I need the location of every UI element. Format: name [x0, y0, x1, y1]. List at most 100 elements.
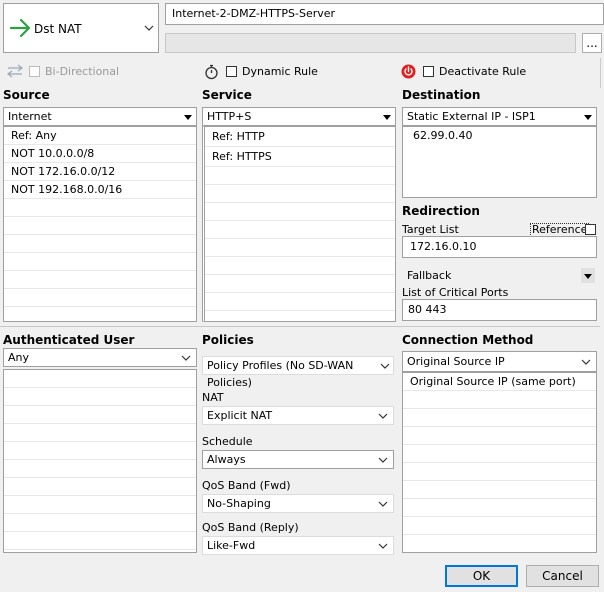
source-selected: Internet — [8, 110, 52, 123]
auth-user-list[interactable] — [3, 369, 197, 553]
qos-reply-label: QoS Band (Reply) — [202, 521, 299, 534]
list-item-empty — [403, 481, 596, 499]
service-list[interactable]: Ref: HTTP Ref: HTTPS — [202, 126, 396, 322]
bidirectional-arrows-icon — [7, 64, 23, 78]
list-item-empty — [403, 499, 596, 517]
chevron-down-icon — [378, 457, 388, 463]
list-item-empty — [4, 217, 196, 235]
source-combo[interactable]: Internet — [3, 107, 197, 126]
target-list-input[interactable]: 172.16.0.10 — [402, 236, 597, 258]
list-item-empty — [4, 496, 196, 514]
nat-combo[interactable]: Explicit NAT — [202, 406, 394, 425]
list-item-empty — [4, 199, 196, 217]
reference-label: Reference — [530, 223, 590, 237]
chevron-down-icon — [144, 25, 154, 31]
qos-reply-combo[interactable]: Like-Fwd — [202, 536, 394, 555]
nat-label: NAT — [202, 391, 224, 404]
reference-checkbox[interactable] — [585, 224, 596, 235]
power-icon — [401, 64, 416, 79]
deactivate-rule-checkbox[interactable] — [423, 66, 434, 77]
list-item-empty — [4, 514, 196, 532]
list-item-empty — [205, 167, 395, 185]
dynamic-rule-checkbox[interactable] — [226, 66, 237, 77]
arrow-right-icon — [9, 18, 31, 38]
critical-ports-input[interactable]: 80 443 — [402, 299, 597, 321]
connection-selected: Original Source IP — [407, 355, 505, 368]
list-item-empty — [4, 289, 196, 307]
list-item-empty — [4, 370, 196, 388]
redirection-title: Redirection — [402, 204, 480, 218]
list-item-empty — [4, 478, 196, 496]
cancel-button[interactable]: Cancel — [526, 565, 599, 587]
list-item[interactable]: NOT 172.16.0.0/12 — [4, 163, 196, 181]
auth-user-combo[interactable]: Any — [3, 348, 197, 367]
chevron-down-icon — [378, 543, 388, 549]
list-item-empty — [4, 424, 196, 442]
list-item-empty — [205, 239, 395, 257]
service-selected: HTTP+S — [207, 110, 252, 123]
list-item-empty — [403, 427, 596, 445]
list-item-empty — [4, 460, 196, 478]
source-list[interactable]: Ref: Any NOT 10.0.0.0/8 NOT 172.16.0.0/1… — [3, 126, 197, 322]
deactivate-rule-label: Deactivate Rule — [439, 65, 527, 78]
list-item[interactable]: Ref: Any — [4, 127, 196, 145]
list-item-empty — [403, 445, 596, 463]
qos-fwd-combo[interactable]: No-Shaping — [202, 494, 394, 513]
dynamic-rule-label: Dynamic Rule — [242, 65, 318, 78]
list-item-empty — [205, 293, 395, 311]
list-item[interactable]: NOT 10.0.0.0/8 — [4, 145, 196, 163]
service-combo[interactable]: HTTP+S — [202, 107, 396, 126]
list-item-empty — [403, 463, 596, 481]
list-item-empty — [403, 391, 596, 409]
list-item-empty — [4, 406, 196, 424]
dropdown-arrow-icon — [383, 115, 391, 120]
critical-ports-label: List of Critical Ports — [402, 286, 509, 299]
list-item-empty — [4, 532, 196, 550]
list-item-empty — [403, 535, 596, 552]
nat-selected: Explicit NAT — [207, 409, 273, 422]
bidirectional-checkbox[interactable] — [29, 66, 40, 77]
list-item-empty — [4, 307, 196, 321]
connection-list[interactable]: Original Source IP (same port) — [402, 372, 597, 553]
policies-title: Policies — [202, 333, 254, 347]
schedule-selected: Always — [207, 453, 246, 466]
list-item[interactable]: NOT 192.168.0.0/16 — [4, 181, 196, 199]
chevron-down-icon — [181, 355, 191, 361]
qos-fwd-label: QoS Band (Fwd) — [202, 479, 291, 492]
connection-combo[interactable]: Original Source IP — [402, 351, 597, 372]
qos-reply-selected: Like-Fwd — [207, 539, 256, 552]
connection-title: Connection Method — [402, 333, 534, 347]
rule-comment-input[interactable] — [165, 33, 576, 53]
policy-profile-combo[interactable]: Policy Profiles (No SD-WAN Policies) — [202, 356, 394, 389]
target-list-label: Target List — [402, 223, 459, 236]
destination-combo[interactable]: Static External IP - ISP1 — [402, 107, 597, 126]
bidirectional-label: Bi-Directional — [45, 65, 120, 78]
schedule-combo[interactable]: Always — [202, 450, 394, 469]
chevron-down-icon — [378, 501, 388, 507]
ok-button[interactable]: OK — [445, 565, 518, 587]
list-item[interactable]: Original Source IP (same port) — [403, 373, 596, 391]
list-item-empty — [4, 271, 196, 289]
destination-list[interactable]: 62.99.0.40 — [402, 126, 597, 198]
dropdown-arrow-icon — [584, 274, 592, 279]
fallback-combo[interactable]: Fallback — [402, 266, 597, 285]
list-item[interactable]: Ref: HTTPS — [205, 147, 395, 167]
list-item-empty — [205, 257, 395, 275]
list-item[interactable]: Ref: HTTP — [205, 127, 395, 147]
list-item-empty — [4, 253, 196, 271]
list-item[interactable]: 62.99.0.40 — [403, 127, 596, 144]
rule-name-input[interactable]: Internet-2-DMZ-HTTPS-Server — [165, 3, 604, 25]
more-button[interactable]: ... — [582, 33, 602, 53]
destination-title: Destination — [402, 88, 481, 102]
section-divider — [0, 326, 600, 327]
scrollbar-hint — [600, 58, 601, 88]
list-item-empty — [205, 203, 395, 221]
dropdown-arrow-icon — [184, 115, 192, 120]
list-item-empty — [4, 388, 196, 406]
auth-user-title: Authenticated User — [3, 333, 135, 347]
rule-type-selector[interactable]: Dst NAT — [3, 3, 159, 53]
list-item-empty — [403, 409, 596, 427]
list-item-empty — [205, 185, 395, 203]
list-item-empty — [403, 517, 596, 535]
policy-profile-selected: Policy Profiles (No SD-WAN Policies) — [207, 359, 354, 389]
